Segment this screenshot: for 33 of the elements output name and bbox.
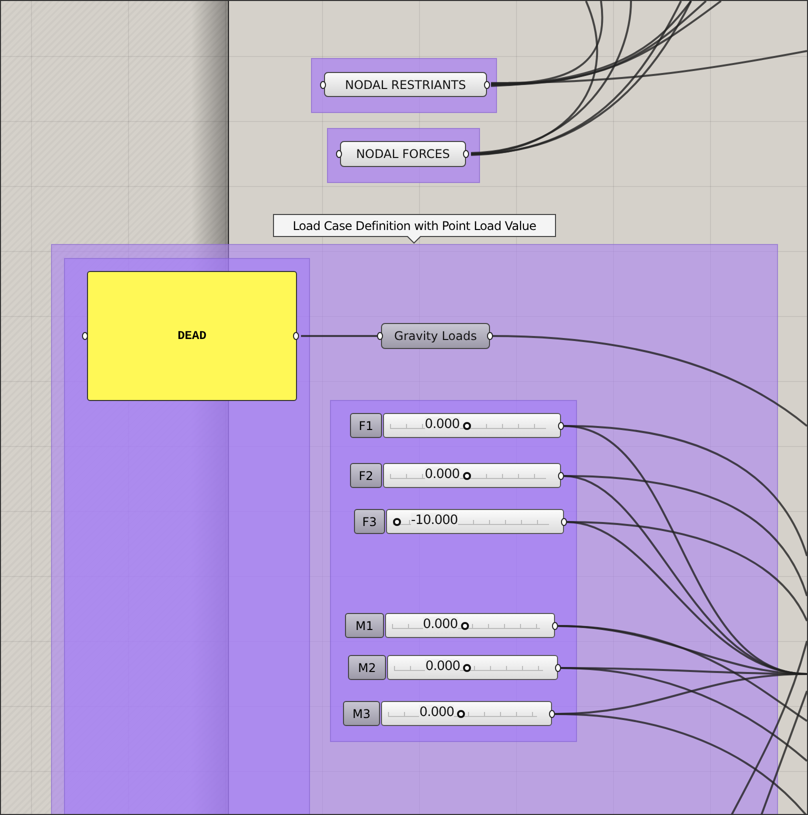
- slider-handle[interactable]: [460, 622, 469, 630]
- output-port-icon[interactable]: [549, 710, 555, 718]
- output-port-icon[interactable]: [555, 664, 561, 672]
- number-slider[interactable]: 0.000: [387, 655, 558, 680]
- slider-handle[interactable]: [393, 518, 401, 526]
- slider-label: F1: [350, 413, 382, 438]
- parameter-node[interactable]: NODAL RESTRIANTS: [324, 72, 487, 97]
- slider-label: M2: [348, 655, 386, 680]
- number-slider[interactable]: 0.000: [383, 463, 561, 488]
- parameter-node[interactable]: NODAL FORCES: [340, 141, 466, 167]
- slider-handle[interactable]: [457, 710, 466, 718]
- parameter-node[interactable]: Gravity Loads: [381, 323, 490, 349]
- number-slider[interactable]: 0.000: [381, 701, 552, 726]
- output-port-icon[interactable]: [558, 422, 564, 430]
- slider-handle[interactable]: [462, 422, 471, 430]
- number-slider[interactable]: -10.000: [386, 509, 564, 534]
- number-slider[interactable]: 0.000: [385, 613, 555, 638]
- output-port-icon[interactable]: [558, 472, 564, 480]
- tooltip-pointer-icon: [407, 236, 421, 244]
- slider-label: F3: [354, 509, 385, 534]
- slider-label: M3: [343, 701, 380, 726]
- output-port-icon[interactable]: [552, 622, 558, 630]
- output-port-icon[interactable]: [561, 518, 567, 526]
- output-port-icon[interactable]: [487, 332, 493, 340]
- number-slider[interactable]: 0.000: [383, 413, 561, 438]
- input-port-icon[interactable]: [82, 332, 88, 340]
- slider-label: M1: [345, 613, 384, 638]
- input-port-icon[interactable]: [377, 332, 383, 340]
- slider-handle[interactable]: [462, 472, 471, 480]
- slider-handle[interactable]: [463, 664, 472, 672]
- text-panel[interactable]: DEAD: [87, 271, 297, 401]
- output-port-icon[interactable]: [293, 332, 299, 340]
- slider-label: F2: [350, 463, 382, 488]
